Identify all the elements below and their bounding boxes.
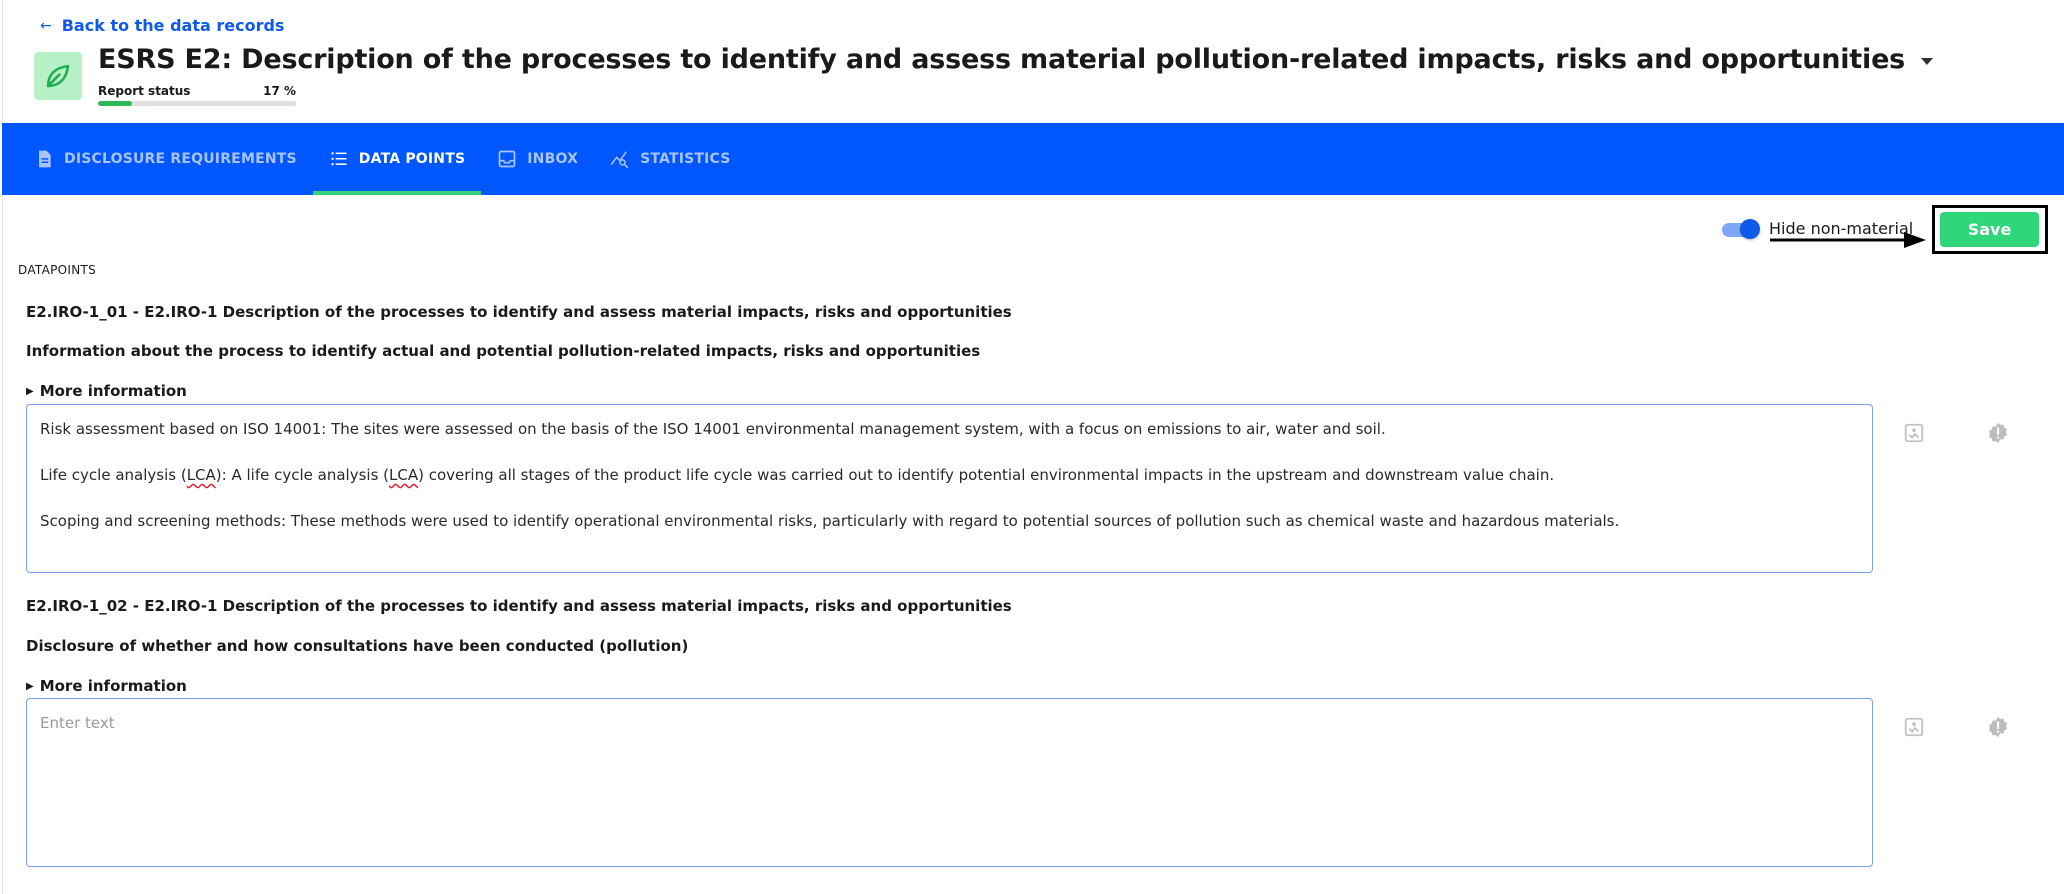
datapoint-description: Information about the process to identif… [26,342,981,360]
datapoint-code: E2.IRO-1_02 - E2.IRO-1 Description of th… [26,597,1012,615]
leaf-icon [34,52,82,100]
report-status: Report status 17 % [98,84,296,98]
datapoint-text-area[interactable]: Enter text [26,698,1873,867]
more-information-label: More information [39,677,187,695]
alert-badge-icon[interactable] [1987,716,2009,738]
more-information-label: More information [39,382,187,400]
alert-badge-icon[interactable] [1987,422,2009,444]
caret-right-icon: ▶ [26,385,34,397]
back-link[interactable]: ← Back to the data records [40,16,284,35]
list-icon [331,152,347,166]
back-link-label: Back to the data records [61,16,285,35]
inbox-icon [498,150,516,168]
toggle-knob [1740,219,1760,239]
text-area-placeholder: Enter text [40,714,115,732]
section-label: DATAPOINTS [18,263,97,277]
tab-disclosure-requirements[interactable]: DISCLOSURE REQUIREMENTS [18,123,313,195]
tab-label: DISCLOSURE REQUIREMENTS [64,151,297,167]
more-information-toggle[interactable]: ▶ More information [26,382,187,400]
datapoint-code: E2.IRO-1_01 - E2.IRO-1 Description of th… [26,303,1012,321]
chevron-down-icon[interactable] [1921,58,1934,65]
callout-arrow-icon [1770,232,1926,248]
hide-non-material-toggle[interactable] [1722,219,1760,239]
report-status-label: Report status [98,84,191,98]
paragraph: Life cycle analysis (LCA): A life cycle … [40,465,1859,485]
report-progress-fill [98,101,132,106]
tab-bar: DISCLOSURE REQUIREMENTS DATA POINTS INBO… [2,123,2064,195]
text-segment: ): A life cycle analysis ( [215,466,389,484]
text-segment: ) covering all stages of the product lif… [418,466,1555,484]
tab-label: DATA POINTS [358,151,466,167]
tab-inbox[interactable]: INBOX [481,123,594,195]
tab-label: STATISTICS [640,151,731,167]
datapoint-text-area[interactable]: Risk assessment based on ISO 14001: The … [26,404,1873,573]
report-status-value: 17 % [263,84,296,98]
tab-label: INBOX [527,151,579,167]
text-segment: Life cycle analysis ( [40,466,187,484]
attachment-icon[interactable] [1903,422,1925,444]
attachment-icon[interactable] [1903,716,1925,738]
spellcheck-word: LCA [389,466,419,484]
more-information-toggle[interactable]: ▶ More information [26,677,187,695]
spellcheck-word: LCA [186,466,216,484]
report-progress-bar [98,101,296,106]
document-icon [39,150,51,168]
save-button[interactable]: Save [1940,212,2039,247]
tab-data-points[interactable]: DATA POINTS [312,123,482,195]
chart-search-icon [610,151,629,169]
paragraph: Scoping and screening methods: These met… [40,512,1620,530]
page-title: ESRS E2: Description of the processes to… [98,44,1906,75]
tab-statistics[interactable]: STATISTICS [594,123,747,195]
datapoint-description: Disclosure of whether and how consultati… [26,637,689,655]
paragraph: Risk assessment based on ISO 14001: The … [40,420,1386,438]
title-row: ESRS E2: Description of the processes to… [98,44,1934,75]
caret-right-icon: ▶ [26,680,34,692]
arrow-left-icon: ← [40,17,52,34]
